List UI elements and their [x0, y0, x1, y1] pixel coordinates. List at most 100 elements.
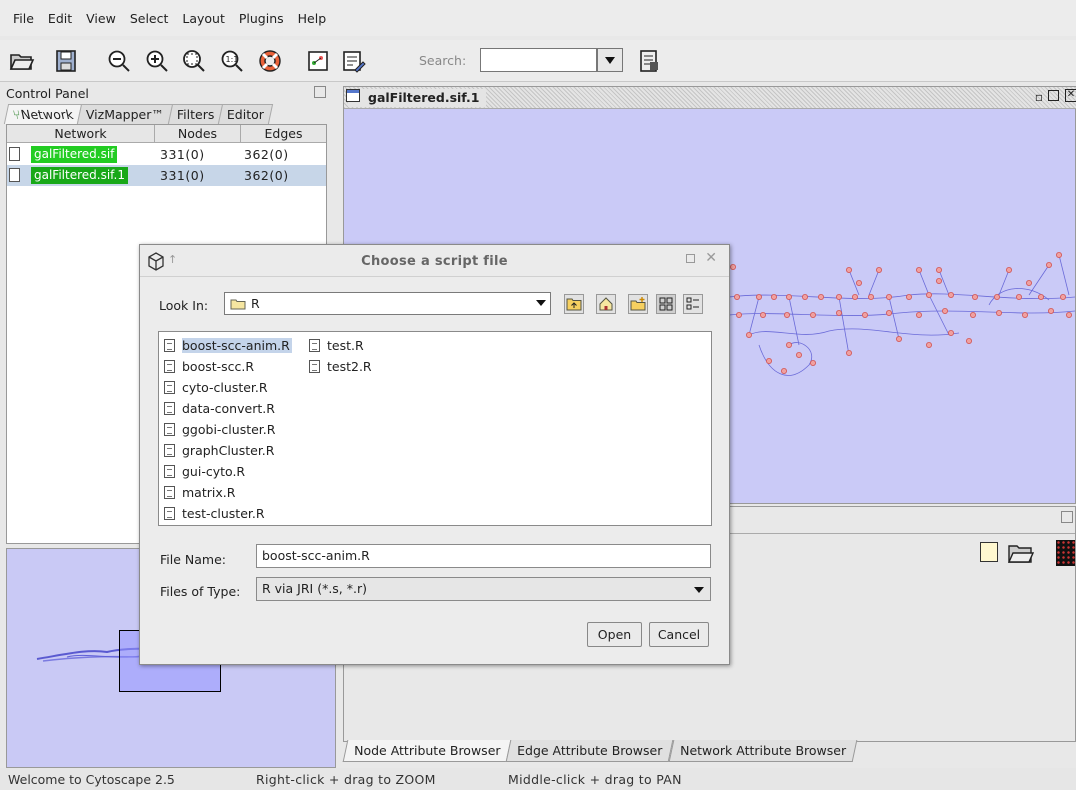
files-of-type-value: R via JRI (*.s, *.r): [262, 581, 367, 596]
file-name-input[interactable]: boost-scc-anim.R: [256, 544, 711, 568]
file-icon: [164, 485, 175, 499]
file-icon: [164, 380, 175, 394]
details-view-icon: [686, 297, 699, 310]
zoom-selected-icon[interactable]: 1:1: [218, 47, 246, 75]
maximize-dialog-icon[interactable]: [686, 254, 695, 263]
list-item[interactable]: test.R: [309, 335, 364, 355]
menu-view[interactable]: View: [79, 11, 123, 26]
close-window-icon[interactable]: ✕: [1065, 89, 1076, 102]
open-folder-icon[interactable]: [8, 47, 36, 75]
tab-network[interactable]: ⑂ Network: [3, 104, 82, 124]
file-icon: [164, 401, 175, 415]
look-in-value: R: [251, 296, 260, 311]
network-window-title: galFiltered.sif.1: [348, 89, 486, 107]
column-header-network[interactable]: Network: [7, 125, 155, 143]
status-bar: Welcome to Cytoscape 2.5 Right-click + d…: [0, 768, 1076, 790]
tab-network-attribute-browser[interactable]: Network Attribute Browser: [668, 740, 858, 762]
search-label: Search:: [419, 53, 467, 68]
list-item[interactable]: test2.R: [309, 356, 372, 376]
file-icon: [164, 506, 175, 520]
toolbar: 1:1 Search:: [0, 40, 1076, 82]
save-icon[interactable]: [52, 47, 80, 75]
control-panel-tabs: ⑂ Network VizMapper™ Filters Editor: [3, 104, 274, 124]
dialog-title: Choose a script file: [361, 254, 508, 269]
zoom-hint: Right-click + drag to ZOOM: [256, 772, 436, 787]
layout-icon[interactable]: [304, 47, 332, 75]
new-folder-button[interactable]: [628, 294, 648, 314]
tab-filters[interactable]: Filters: [167, 104, 224, 124]
tab-edge-attribute-browser[interactable]: Edge Attribute Browser: [506, 740, 675, 762]
table-row[interactable]: galFiltered.sif.1 331(0) 362(0): [7, 165, 326, 186]
search-input[interactable]: [480, 48, 597, 72]
list-item[interactable]: graphCluster.R: [164, 440, 274, 460]
attribute-browser-tabs: Node Attribute Browser Edge Attribute Br…: [342, 740, 858, 762]
maximize-window-icon[interactable]: [1048, 90, 1059, 101]
menu-help[interactable]: Help: [291, 11, 334, 26]
network-graph[interactable]: [729, 245, 1075, 395]
svg-text:1:1: 1:1: [226, 55, 239, 64]
folder-icon[interactable]: [1008, 542, 1034, 564]
list-item[interactable]: cyto-cluster.R: [164, 377, 268, 397]
close-dialog-icon[interactable]: ✕: [705, 250, 717, 266]
table-row[interactable]: galFiltered.sif 331(0) 362(0): [7, 144, 326, 165]
file-name-label: File Name:: [160, 552, 226, 567]
float-panel-icon[interactable]: [314, 86, 326, 98]
list-item[interactable]: test-cluster.R: [164, 503, 265, 523]
file-list[interactable]: boost-scc-anim.R boost-scc.R cyto-cluste…: [158, 331, 712, 526]
zoom-fit-icon[interactable]: [180, 47, 208, 75]
search-dropdown-button[interactable]: [597, 48, 623, 72]
home-button[interactable]: [596, 294, 616, 314]
network-name: galFiltered.sif.1: [31, 167, 128, 184]
menu-bar: File Edit View Select Layout Plugins Help: [0, 0, 1076, 36]
choose-script-file-dialog: ↑ Choose a script file ✕ Look In: R boos…: [139, 244, 730, 665]
list-item[interactable]: ggobi-cluster.R: [164, 419, 275, 439]
edges-count: 362(0): [244, 168, 289, 183]
list-view-button[interactable]: [656, 294, 676, 314]
list-item[interactable]: matrix.R: [164, 482, 235, 502]
folder-icon: [230, 299, 246, 310]
list-item[interactable]: boost-scc-anim.R: [164, 335, 292, 355]
column-header-edges[interactable]: Edges: [241, 125, 326, 143]
attribute-select-icon[interactable]: [980, 542, 998, 562]
color-palette-icon[interactable]: [1056, 540, 1075, 566]
nodes-count: 331(0): [160, 168, 205, 183]
file-icon: [164, 422, 175, 436]
menu-select[interactable]: Select: [123, 11, 176, 26]
list-item[interactable]: gui-cyto.R: [164, 461, 245, 481]
details-view-button[interactable]: [683, 294, 703, 314]
zoom-out-icon[interactable]: [105, 47, 133, 75]
list-item[interactable]: boost-scc.R: [164, 356, 254, 376]
file-icon: [164, 359, 175, 373]
float-panel-icon[interactable]: [1061, 511, 1073, 523]
zoom-in-icon[interactable]: [143, 47, 171, 75]
minimize-window-icon[interactable]: ▫: [1035, 90, 1043, 104]
edges-count: 362(0): [244, 147, 289, 162]
file-icon: [164, 443, 175, 457]
search-options-icon[interactable]: [635, 47, 663, 75]
tab-vizmapper[interactable]: VizMapper™: [76, 104, 173, 124]
cancel-button[interactable]: Cancel: [649, 622, 709, 647]
file-icon: [164, 338, 175, 352]
column-header-nodes[interactable]: Nodes: [155, 125, 241, 143]
menu-layout[interactable]: Layout: [175, 11, 232, 26]
network-name: galFiltered.sif: [31, 146, 118, 163]
open-button[interactable]: Open: [587, 622, 642, 647]
menu-edit[interactable]: Edit: [41, 11, 79, 26]
menu-plugins[interactable]: Plugins: [232, 11, 291, 26]
control-panel-title: Control Panel: [6, 86, 89, 101]
menu-file[interactable]: File: [6, 11, 41, 26]
vizmapper-icon[interactable]: [340, 47, 368, 75]
up-folder-button[interactable]: [564, 294, 584, 314]
dialog-titlebar[interactable]: ↑ Choose a script file ✕: [140, 245, 729, 277]
document-icon: [9, 168, 20, 182]
tab-node-attribute-browser[interactable]: Node Attribute Browser: [342, 740, 512, 762]
chevron-down-icon: [694, 587, 704, 593]
files-of-type-dropdown[interactable]: R via JRI (*.s, *.r): [256, 577, 711, 601]
help-lifebuoy-icon[interactable]: [256, 47, 284, 75]
file-icon: [309, 359, 320, 373]
look-in-label: Look In:: [159, 298, 209, 313]
look-in-dropdown[interactable]: R: [224, 292, 551, 315]
tab-editor[interactable]: Editor: [218, 104, 274, 124]
file-icon: [309, 338, 320, 352]
list-item[interactable]: data-convert.R: [164, 398, 275, 418]
